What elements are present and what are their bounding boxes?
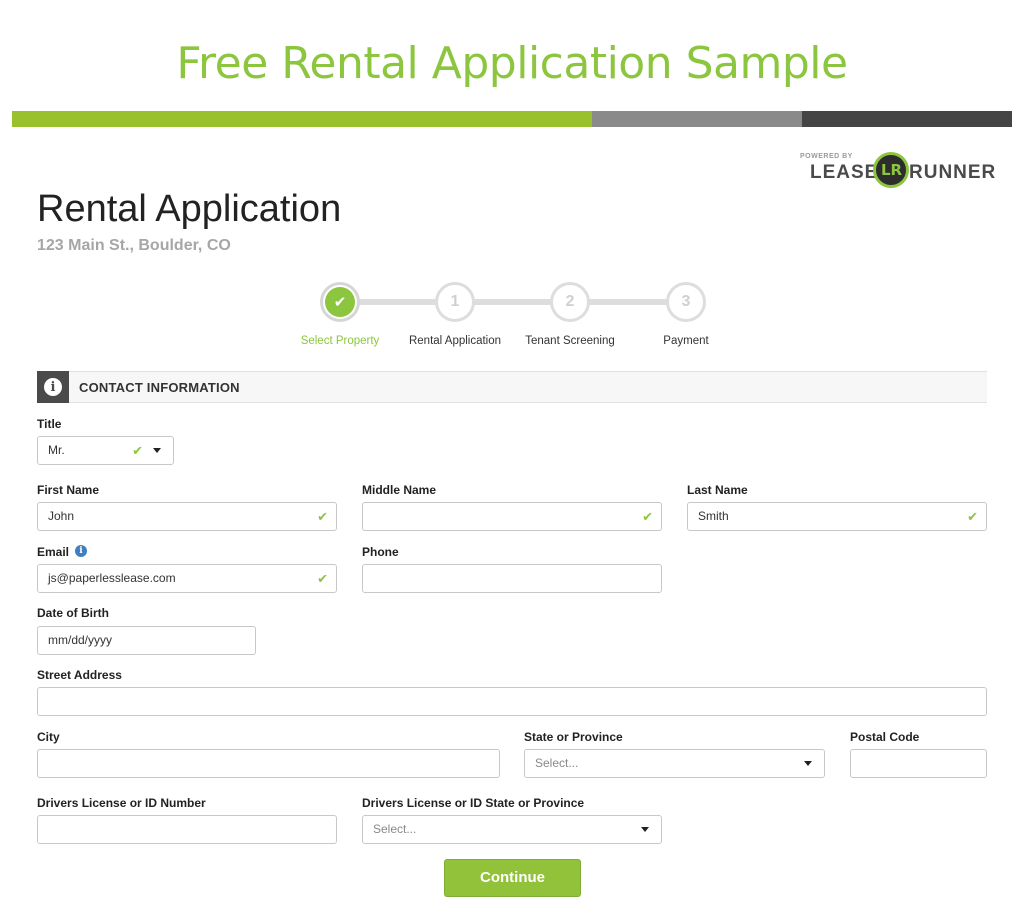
logo-emblem-text: LR — [881, 161, 903, 179]
valid-check-icon: ✔ — [967, 509, 978, 524]
city-field[interactable] — [37, 749, 500, 778]
first-name-value: John — [48, 509, 75, 523]
chevron-down-icon — [153, 448, 161, 453]
drivers-license-state-select[interactable]: Select... — [362, 815, 662, 844]
progress-stepper: ✔ Select Property 1 Rental Application 2… — [290, 282, 750, 352]
property-address: 123 Main St., Boulder, CO — [37, 237, 231, 254]
email-info-icon[interactable]: i — [75, 545, 87, 557]
phone-label: Phone — [362, 545, 399, 559]
section-icon-box: i — [37, 371, 69, 403]
step-rental-application: 1 Rental Application — [395, 282, 515, 347]
step-circle: 1 — [435, 282, 475, 322]
middle-name-label: Middle Name — [362, 483, 437, 497]
title-select-value: Mr. — [48, 443, 65, 457]
postal-code-label: Postal Code — [850, 730, 920, 744]
state-select[interactable]: Select... — [524, 749, 825, 778]
email-value: js@paperlesslease.com — [48, 571, 176, 585]
banner-bar-dark — [802, 111, 1012, 127]
check-icon: ✔ — [325, 287, 355, 317]
last-name-label: Last Name — [687, 483, 748, 497]
step-label: Tenant Screening — [525, 335, 615, 347]
info-icon: i — [44, 378, 62, 396]
title-label: Title — [37, 417, 62, 431]
continue-button[interactable]: Continue — [444, 859, 581, 897]
street-address-label: Street Address — [37, 668, 122, 682]
dob-label: Date of Birth — [37, 606, 109, 620]
step-circle: ✔ — [320, 282, 360, 322]
logo-runner-text: RUNNER — [909, 162, 997, 183]
step-label: Rental Application — [408, 335, 502, 347]
logo-lease-text: LEASE — [810, 162, 879, 183]
drivers-license-state-placeholder: Select... — [373, 822, 417, 836]
street-address-field[interactable] — [37, 687, 987, 716]
postal-code-field[interactable] — [850, 749, 987, 778]
banner-title: Free Rental Application Sample — [176, 38, 848, 89]
middle-name-field[interactable]: ✔ — [362, 502, 662, 531]
leaserunner-logo: POWERED BY LEASE LR RUNNER — [799, 150, 995, 192]
dob-field[interactable]: mm/dd/yyyy — [37, 626, 256, 655]
first-name-label: First Name — [37, 483, 100, 497]
step-label: Payment — [663, 335, 709, 347]
chevron-down-icon — [804, 761, 812, 766]
state-select-placeholder: Select... — [535, 756, 579, 770]
phone-field[interactable] — [362, 564, 662, 593]
valid-check-icon: ✔ — [132, 443, 143, 458]
banner-bar-green — [12, 111, 592, 127]
valid-check-icon: ✔ — [642, 509, 653, 524]
last-name-field[interactable]: Smith ✔ — [687, 502, 987, 531]
last-name-value: Smith — [698, 509, 729, 523]
page-title: Rental Application — [37, 188, 342, 230]
dob-placeholder: mm/dd/yyyy — [48, 633, 113, 647]
step-select-property: ✔ Select Property — [280, 282, 400, 347]
step-circle: 3 — [666, 282, 706, 322]
title-select[interactable]: Mr. ✔ — [37, 436, 174, 465]
step-tenant-screening: 2 Tenant Screening — [510, 282, 630, 347]
contact-information-header: i CONTACT INFORMATION — [37, 371, 987, 403]
drivers-license-state-label: Drivers License or ID State or Province — [362, 796, 585, 810]
email-label: Email — [37, 545, 70, 559]
drivers-license-field[interactable] — [37, 815, 337, 844]
state-label: State or Province — [524, 730, 623, 744]
drivers-license-label: Drivers License or ID Number — [37, 796, 206, 810]
chevron-down-icon — [641, 827, 649, 832]
first-name-field[interactable]: John ✔ — [37, 502, 337, 531]
step-payment: 3 Payment — [626, 282, 746, 347]
valid-check-icon: ✔ — [317, 509, 328, 524]
banner-bar-gray — [592, 111, 802, 127]
section-title: CONTACT INFORMATION — [79, 380, 240, 395]
step-label: Select Property — [300, 335, 380, 347]
logo-emblem-icon: LR — [873, 152, 909, 188]
logo-powered-by: POWERED BY — [800, 153, 853, 160]
city-label: City — [37, 730, 60, 744]
step-circle: 2 — [550, 282, 590, 322]
email-field[interactable]: js@paperlesslease.com ✔ — [37, 564, 337, 593]
valid-check-icon: ✔ — [317, 571, 328, 586]
